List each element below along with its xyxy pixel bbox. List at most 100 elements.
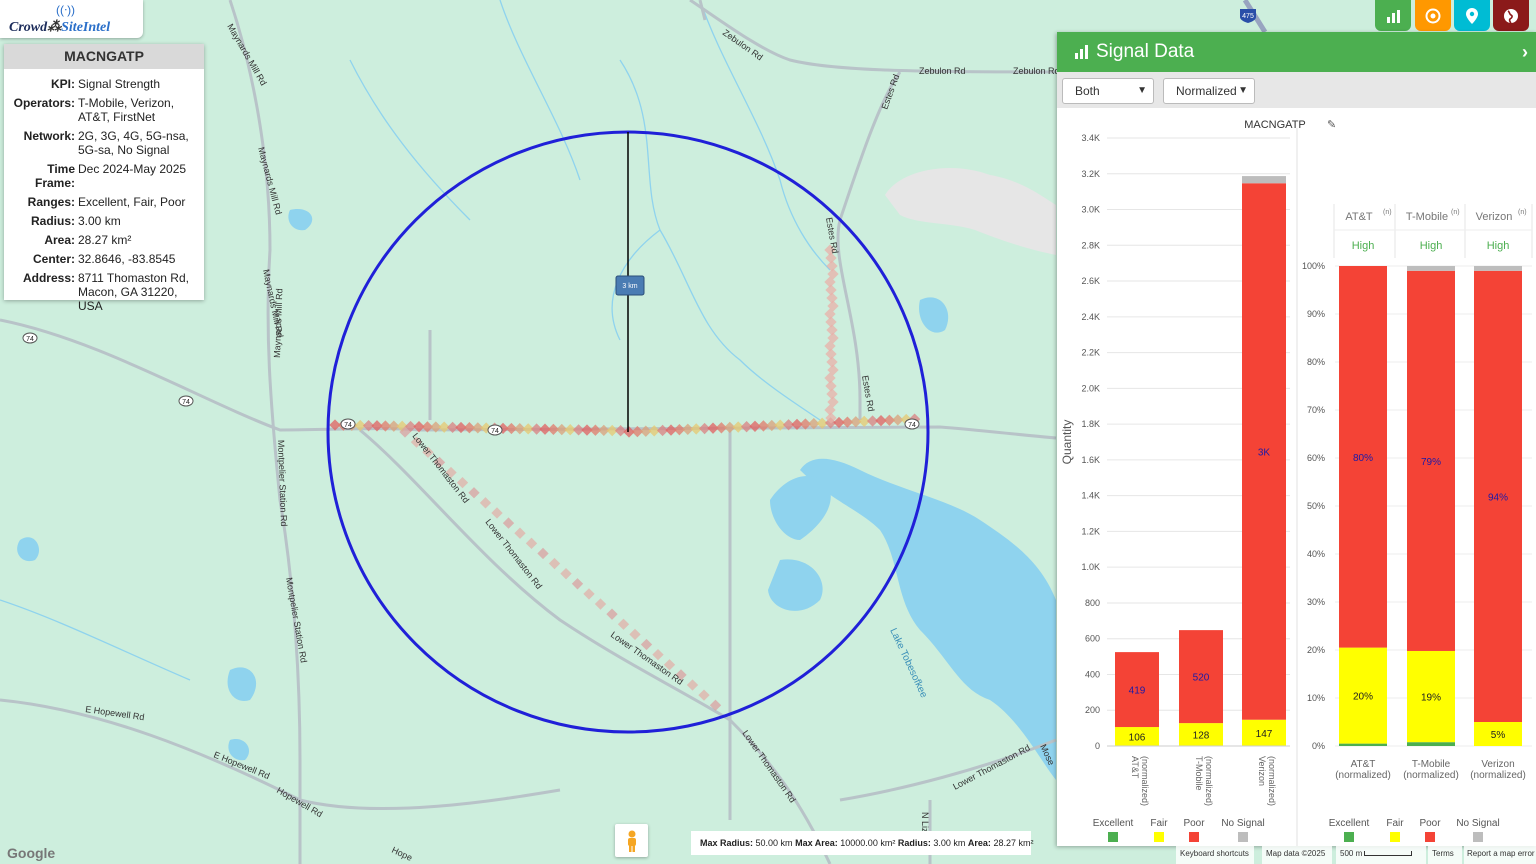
x-tick-label: (normalized) [1403, 770, 1459, 781]
y-tick-label: 40% [1307, 549, 1325, 559]
target-icon [1425, 8, 1441, 23]
info-row-key: Network: [23, 129, 75, 143]
legend-swatch [1390, 832, 1400, 842]
info-row-key: Address: [22, 271, 75, 285]
info-row: KPI: Signal Strength [8, 77, 200, 91]
legend-label: No Signal [1221, 818, 1264, 829]
y-tick-label: 30% [1307, 597, 1325, 607]
y-tick-label: 1.4K [1081, 491, 1100, 501]
legend-swatch [1189, 832, 1199, 842]
legend-swatch [1344, 832, 1354, 842]
info-row: Radius: 3.00 km [8, 214, 200, 228]
x-tick-label: T-Mobile [1412, 759, 1451, 770]
info-row: Network: 2G, 3G, 4G, 5G-nsa, 5G-sa, No Si… [8, 129, 200, 157]
status-value: 28.27 km² [993, 838, 1034, 848]
bar-segment [1474, 266, 1522, 271]
legend-label: Fair [1386, 818, 1404, 829]
data-label: 520 [1193, 673, 1210, 684]
scale-label: 500 m [1340, 849, 1363, 858]
app-name: Crowd⁂SiteIntel [9, 20, 111, 35]
route-74-shield: 74 [340, 418, 356, 430]
data-label: 3K [1258, 447, 1271, 458]
antenna-icon: ((ᐧ)) [56, 3, 76, 17]
y-tick-label: 2.0K [1081, 383, 1100, 393]
info-row: Address: 8711 Thomaston Rd, Macon, GA 312… [8, 271, 200, 313]
legend-label: Fair [1150, 818, 1168, 829]
y-tick-label: 1.2K [1081, 526, 1100, 536]
info-row-key: Radius: [30, 214, 75, 228]
pegman-icon [627, 830, 636, 852]
target-button[interactable] [1415, 0, 1451, 31]
google-logo[interactable]: Google [7, 845, 55, 861]
data-label: 80% [1353, 453, 1373, 464]
svg-text:74: 74 [182, 399, 190, 406]
data-label: 419 [1129, 686, 1146, 697]
y-tick-label: 600 [1085, 634, 1100, 644]
x-tick-label: (normalized) [1140, 756, 1150, 806]
info-row-value: 2G, 3G, 4G, 5G-nsa, 5G-sa, No Signal [78, 129, 189, 157]
keyboard-shortcuts-link[interactable]: Keyboard shortcuts [1176, 846, 1254, 864]
svg-text:74: 74 [26, 336, 34, 343]
road-label: Zebulon Rd [1013, 66, 1060, 76]
data-label: 147 [1256, 729, 1273, 740]
info-row-key: Ranges: [27, 195, 75, 209]
y-tick-label: 2.4K [1081, 312, 1100, 322]
collapse-chevron-icon[interactable]: › [1522, 42, 1528, 63]
app-logo[interactable]: ((ᐧ)) Crowd⁂SiteIntel [0, 0, 143, 38]
info-panel: MACNGATP KPI: Signal Strength Operators: T-… [4, 44, 204, 313]
legend-label: Poor [1419, 818, 1441, 829]
status-value: 50.00 km [755, 838, 793, 848]
x-tick-label: T-Mobile [1194, 756, 1204, 791]
globe-button[interactable] [1493, 0, 1529, 31]
globe-icon [1504, 8, 1518, 24]
legend-swatch [1238, 832, 1248, 842]
signal-data-panel: Signal Data › Both ▼ Normalized ▼ MACNGATP… [1057, 32, 1536, 846]
y-tick-label: 200 [1085, 705, 1100, 715]
route-74-shield: 74 [904, 418, 920, 430]
y-tick-label: 1.6K [1081, 455, 1100, 465]
info-row-value: 3.00 km [78, 214, 121, 228]
location-pin-icon [1466, 7, 1478, 24]
operator-header: Verizon [1476, 211, 1513, 223]
legend-label: Poor [1183, 818, 1205, 829]
bar-chart-icon [1075, 45, 1088, 59]
mode-select-value: Both [1075, 84, 1100, 98]
x-tick-label: Verizon [1481, 759, 1514, 770]
y-tick-label: 400 [1085, 669, 1100, 679]
info-row-key: Operators: [13, 96, 75, 110]
chevron-down-icon: ▼ [1238, 85, 1248, 96]
location-button[interactable] [1454, 0, 1490, 31]
y-tick-label: 1.8K [1081, 419, 1100, 429]
y-tick-label: 100% [1302, 261, 1325, 271]
bar-segment [1339, 743, 1387, 746]
operator-header: AT&T [1345, 211, 1373, 223]
info-row: Ranges: Excellent, Fair, Poor [8, 195, 200, 209]
operator-level: High [1487, 240, 1510, 252]
y-tick-label: 3.2K [1081, 169, 1100, 179]
street-view-button[interactable] [615, 824, 648, 857]
operator-header-sup: (n) [1383, 209, 1392, 216]
normalization-select[interactable]: Normalized ▼ [1163, 78, 1255, 104]
data-label: 5% [1491, 730, 1506, 741]
edit-icon: ✎ [1327, 119, 1336, 131]
radius-label: 3 km [622, 283, 637, 290]
terms-link[interactable]: Terms [1428, 846, 1462, 864]
y-tick-label: 20% [1307, 645, 1325, 655]
y-tick-label: 3.0K [1081, 205, 1100, 215]
mode-select[interactable]: Both ▼ [1062, 78, 1154, 104]
chart-toggle-button[interactable] [1375, 0, 1411, 31]
legend-swatch [1154, 832, 1164, 842]
svg-text:74: 74 [344, 422, 352, 429]
scale-line [1364, 851, 1413, 857]
report-map-error-link[interactable]: Report a map error [1464, 846, 1536, 864]
status-label: Radius: [897, 838, 931, 848]
info-row-value: T-Mobile, Verizon, AT&T, FirstNet [78, 96, 175, 124]
svg-text:74: 74 [491, 428, 499, 435]
operator-header-sup: (n) [1451, 209, 1460, 216]
panel-title: Signal Data [1096, 41, 1195, 62]
info-row: Time Frame: Dec 2024-May 2025 [8, 162, 200, 190]
y-tick-label: 80% [1307, 357, 1325, 367]
x-tick-label: (normalized) [1335, 770, 1391, 781]
bar-segment [1407, 742, 1455, 746]
scale-bar[interactable]: 500 m [1336, 846, 1426, 864]
